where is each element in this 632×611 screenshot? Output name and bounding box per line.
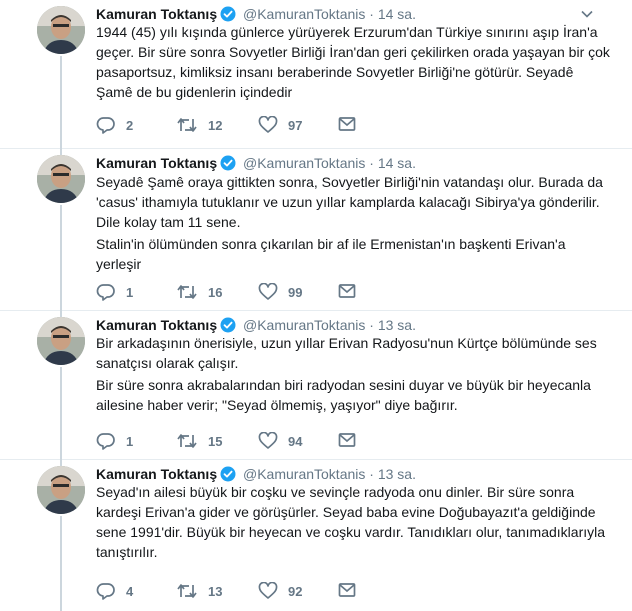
author-handle[interactable]: @KamuranToktanis [243,466,365,482]
tweet-paragraph: Stalin'in ölümünden sonra çıkarılan bir … [96,236,566,272]
like-count: 92 [288,583,303,599]
thread-line [60,516,62,611]
reply-button[interactable]: 4 [96,582,133,600]
retweet-button[interactable]: 15 [176,432,222,450]
reply-button[interactable]: 2 [96,116,133,134]
heart-icon [258,582,278,599]
like-button[interactable]: 94 [258,432,302,450]
author-handle[interactable]: @KamuranToktanis [243,6,365,22]
retweet-count: 12 [208,117,223,133]
thread-line [60,56,62,149]
envelope-icon [338,433,356,447]
reply-button[interactable]: 1 [96,432,133,450]
tweet-text: Seyad'ın ailesi büyük bir coşku ve sevin… [96,482,610,562]
tweet-text: 1944 (45) yılı kışında günlerce yürüyere… [96,22,610,102]
avatar[interactable] [37,6,85,54]
like-count: 99 [288,284,303,300]
timestamp[interactable]: 14 sa. [378,6,416,22]
author-handle[interactable]: @KamuranToktanis [243,317,365,333]
avatar[interactable] [37,155,85,203]
heart-icon [258,116,278,133]
author-name[interactable]: Kamuran Toktanış [96,317,217,333]
message-button[interactable] [338,116,356,132]
tweet[interactable]: Kamuran Toktanış @KamuranToktanis · 13 s… [0,460,632,611]
tweet-actions: 1 15 94 [96,432,396,454]
thread-line [60,205,62,311]
avatar[interactable] [37,466,85,514]
envelope-icon [338,583,356,597]
reply-icon [96,583,115,600]
separator: · [369,466,374,482]
message-button[interactable] [338,432,356,448]
heart-icon [258,432,278,449]
envelope-icon [338,284,356,298]
tweet-text: Bir arkadaşının önerisiyle, uzun yıllar … [96,333,610,415]
tweet-paragraph: Bir arkadaşının önerisiyle, uzun yıllar … [96,335,597,371]
reply-count: 4 [126,583,134,599]
retweet-icon [177,434,197,448]
tweet-paragraph: Seyad'ın ailesi büyük bir coşku ve sevin… [96,484,606,560]
retweet-icon [177,584,197,598]
reply-icon [96,433,115,450]
tweet-actions: 4 13 92 [96,582,396,604]
like-count: 97 [288,117,303,133]
reply-icon [96,284,115,301]
tweet-paragraph: 1944 (45) yılı kışında günlerce yürüyere… [96,24,610,100]
author-handle[interactable]: @KamuranToktanis [243,155,365,171]
tweet[interactable]: Kamuran Toktanış @KamuranToktanis · 13 s… [0,311,632,460]
retweet-count: 13 [208,583,223,599]
reply-button[interactable]: 1 [96,283,133,301]
reply-count: 2 [126,117,134,133]
separator: · [369,6,374,22]
timestamp[interactable]: 14 sa. [378,155,416,171]
retweet-count: 15 [208,433,223,449]
author-name[interactable]: Kamuran Toktanış [96,466,217,482]
message-button[interactable] [338,283,356,299]
reply-icon [96,117,115,134]
like-button[interactable]: 99 [258,283,302,301]
tweet-paragraph: Bir süre sonra akrabalarından biri radyo… [96,377,591,413]
reply-count: 1 [126,433,134,449]
tweet[interactable]: Kamuran Toktanış @KamuranToktanis · 14 s… [0,149,632,311]
tweet[interactable]: Kamuran Toktanış @KamuranToktanis · 14 s… [0,0,632,149]
like-button[interactable]: 97 [258,116,302,134]
avatar[interactable] [37,317,85,365]
envelope-icon [338,117,356,131]
thread-line [60,367,62,460]
separator: · [369,155,374,171]
retweet-button[interactable]: 12 [176,116,222,134]
retweet-button[interactable]: 13 [176,582,222,600]
heart-icon [258,283,278,300]
tweet-text: Seyadê Şamê oraya gittikten sonra, Sovye… [96,172,610,274]
author-name[interactable]: Kamuran Toktanış [96,6,217,22]
message-button[interactable] [338,582,356,598]
timestamp[interactable]: 13 sa. [378,317,416,333]
timestamp[interactable]: 13 sa. [378,466,416,482]
tweet-actions: 1 16 99 [96,283,396,305]
reply-count: 1 [126,284,134,300]
author-name[interactable]: Kamuran Toktanış [96,155,217,171]
separator: · [369,317,374,333]
retweet-icon [177,118,197,132]
retweet-count: 16 [208,284,223,300]
retweet-button[interactable]: 16 [176,283,222,301]
like-count: 94 [288,433,303,449]
like-button[interactable]: 92 [258,582,302,600]
tweet-paragraph: Seyadê Şamê oraya gittikten sonra, Sovye… [96,174,603,230]
retweet-icon [177,285,197,299]
tweet-actions: 2 12 97 [96,116,396,138]
